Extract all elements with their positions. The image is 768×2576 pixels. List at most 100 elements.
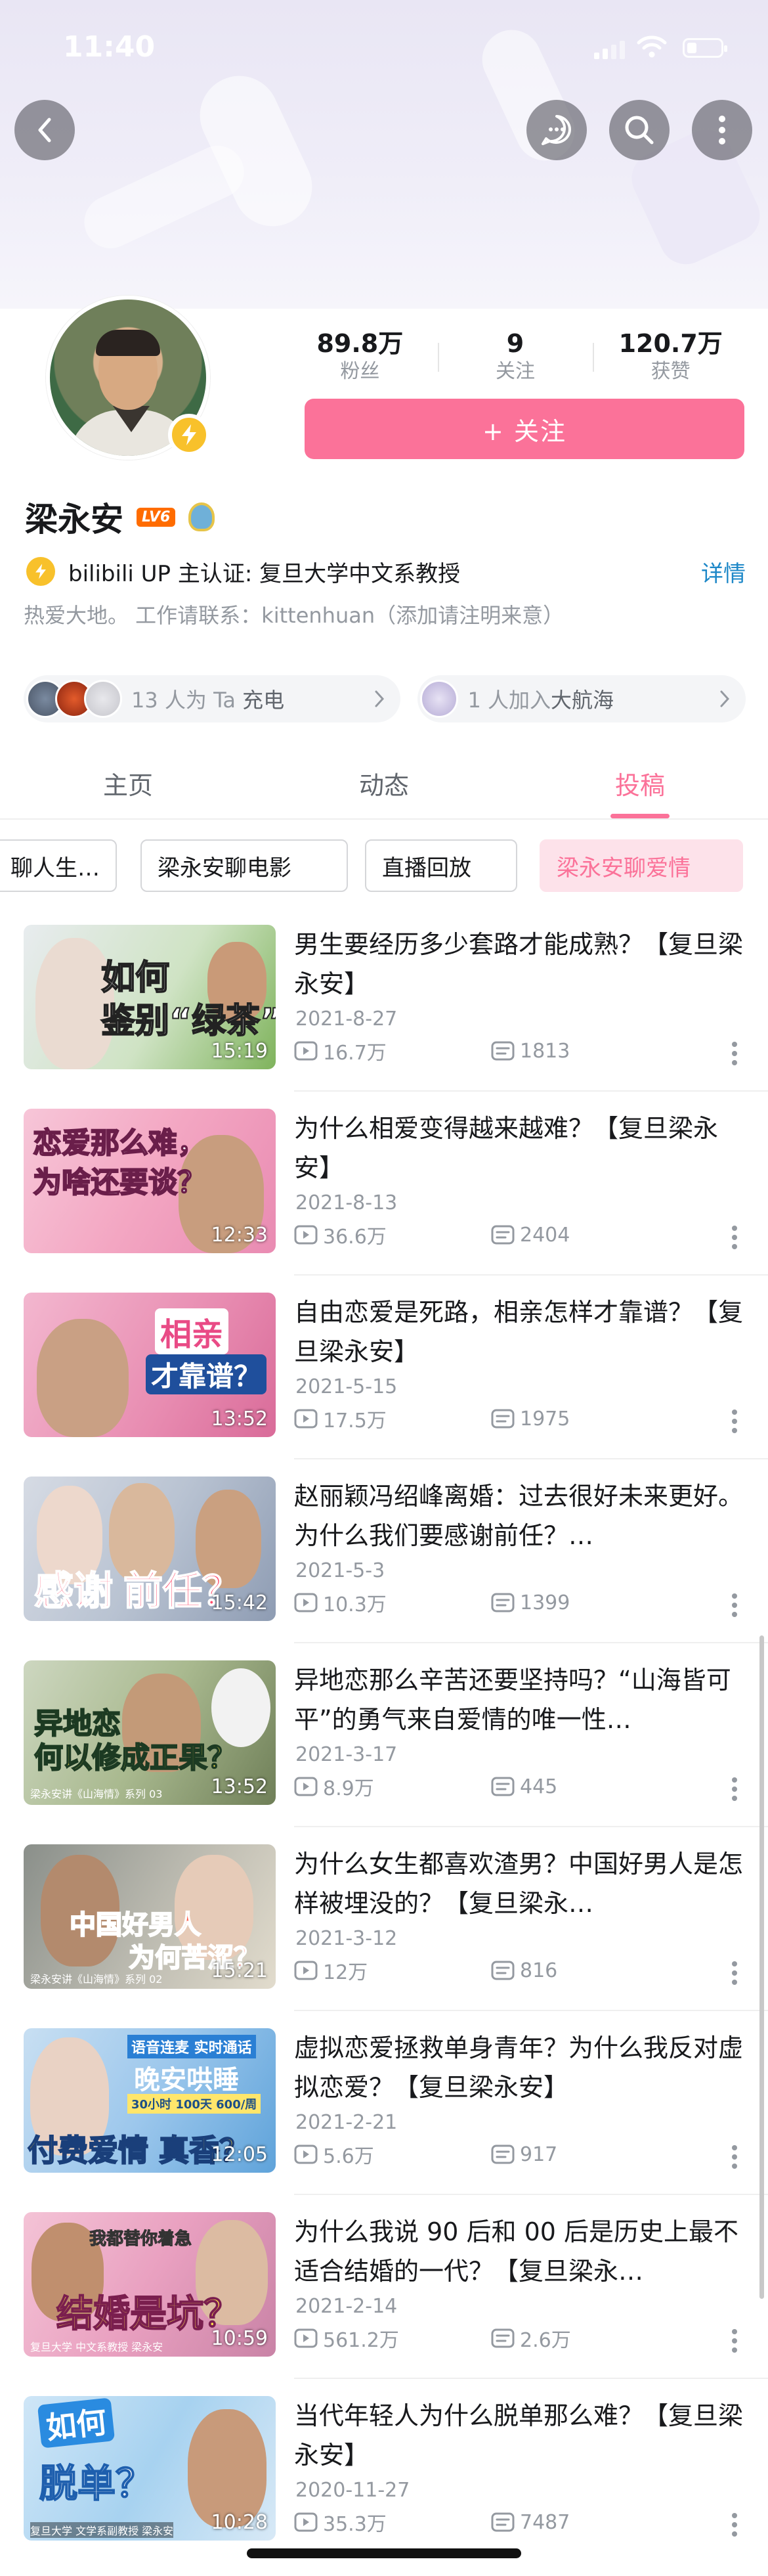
collection-chip[interactable]: 直播回放 — [365, 839, 517, 892]
video-thumbnail[interactable]: 如何 鉴别“绿茶” 15:19 — [24, 925, 276, 1069]
play-count-icon — [294, 1225, 318, 1245]
danmaku-count: 2.6万 — [520, 2329, 571, 2352]
tab-uploads[interactable]: 投稿 — [512, 754, 768, 818]
danmaku-count: 445 — [520, 1775, 558, 1798]
play-count-icon — [294, 2144, 318, 2164]
status-time: 11:40 — [63, 30, 156, 64]
home-indicator[interactable] — [247, 2548, 521, 2558]
play-count-icon — [294, 2512, 318, 2532]
stat-following[interactable]: 9 关注 — [437, 328, 593, 388]
video-title: 为什么女生都喜欢渣男？中国好男人是怎样被埋没的？【复旦梁永… — [294, 1850, 744, 1918]
play-count-icon — [294, 1961, 318, 1980]
play-count: 16.7万 — [323, 1042, 387, 1065]
tab-dynamics[interactable]: 动态 — [256, 754, 512, 818]
play-count: 35.3万 — [323, 2513, 387, 2536]
more-vertical-icon[interactable] — [730, 2144, 739, 2170]
video-duration: 10:59 — [211, 2327, 268, 2350]
back-button[interactable] — [14, 100, 75, 160]
collection-chip[interactable]: 聊人生… — [0, 839, 117, 892]
video-item[interactable]: 语音连麦 实时通话 晚安哄睡 30小时 100天 600/周 付费爱情 真香？ … — [0, 2010, 768, 2206]
video-title: 异地恋那么辛苦还要坚持吗？“山海皆可平”的勇气来自爱情的唯一性… — [294, 1666, 731, 1734]
video-item[interactable]: 中国好男人 为何苦涩？ 梁永安讲《山海情》系列 02 15:21 为什么女生都喜… — [0, 1826, 768, 2022]
status-bar: 11:40 — [0, 0, 768, 92]
search-button[interactable] — [609, 100, 670, 160]
medal-icon[interactable] — [188, 502, 215, 531]
more-vertical-icon[interactable] — [730, 2328, 739, 2354]
video-thumbnail[interactable]: 语音连麦 实时通话 晚安哄睡 30小时 100天 600/周 付费爱情 真香？ … — [24, 2028, 276, 2173]
more-vertical-icon[interactable] — [730, 1776, 739, 1802]
video-item[interactable]: 相亲 才靠谱？ 13:52 自由恋爱是死路，相亲怎样才靠谱？【复旦梁永安】 20… — [0, 1274, 768, 1470]
more-button[interactable] — [692, 100, 752, 160]
play-count: 36.6万 — [323, 1226, 387, 1249]
stat-fans[interactable]: 89.8万 粉丝 — [282, 328, 438, 388]
voyage-count: 1 人加入 — [467, 688, 551, 713]
more-vertical-icon[interactable] — [730, 2512, 739, 2538]
video-date: 2021-2-21 — [295, 2111, 398, 2134]
video-thumbnail[interactable]: 如何 脱单？ 复旦大学 文学系副教授 梁永安 10:28 — [24, 2396, 276, 2541]
danmaku-count: 1813 — [520, 1039, 570, 1063]
more-vertical-icon[interactable] — [730, 1040, 739, 1067]
video-duration: 10:28 — [211, 2511, 268, 2534]
more-vertical-icon[interactable] — [730, 1592, 739, 1618]
more-vertical-icon[interactable] — [730, 1960, 739, 1986]
stat-likes[interactable]: 120.7万 获赞 — [593, 328, 748, 388]
video-title: 赵丽颖冯绍峰离婚：过去很好未来更好。为什么我们要感谢前任？… — [294, 1482, 744, 1550]
danmaku-icon — [491, 2328, 515, 2348]
voyage-label: 大航海 — [551, 688, 614, 713]
more-vertical-icon — [719, 116, 725, 144]
play-count-icon — [294, 1593, 318, 1612]
charge-label: 充电 — [242, 688, 285, 713]
details-link[interactable]: 详情 — [701, 556, 746, 588]
video-date: 2021-3-12 — [295, 1927, 398, 1950]
video-duration: 15:21 — [211, 1959, 268, 1982]
level-badge: LV6 — [137, 507, 176, 527]
play-count: 17.5万 — [323, 1410, 387, 1432]
voyage-pill[interactable]: 1 人加入大航海 — [417, 675, 746, 722]
play-count: 10.3万 — [323, 1593, 387, 1616]
video-item[interactable]: 如何 脱单？ 复旦大学 文学系副教授 梁永安 10:28 当代年轻人为什么脱单那… — [0, 2378, 768, 2573]
video-thumbnail[interactable]: 中国好男人 为何苦涩？ 梁永安讲《山海情》系列 02 15:21 — [24, 1844, 276, 1989]
danmaku-icon — [491, 1777, 515, 1796]
video-item[interactable]: 感谢 前任？ 15:42 赵丽颖冯绍峰离婚：过去很好未来更好。为什么我们要感谢前… — [0, 1458, 768, 1654]
play-count-icon — [294, 2328, 318, 2348]
danmaku-icon — [491, 1961, 515, 1980]
danmaku-icon — [491, 1041, 515, 1061]
video-item[interactable]: 如何 鉴别“绿茶” 15:19 男生要经历多少套路才能成熟？【复旦梁永安】 20… — [0, 918, 768, 1102]
video-thumbnail[interactable]: 感谢 前任？ 15:42 — [24, 1477, 276, 1621]
chevron-right-icon — [720, 690, 730, 707]
wifi-icon — [637, 35, 667, 58]
banner-decoration — [75, 137, 253, 257]
play-count: 12万 — [323, 1961, 368, 1984]
video-title: 为什么我说 90 后和 00 后是历史上最不适合结婚的一代？【复旦梁永… — [294, 2217, 739, 2286]
more-vertical-icon[interactable] — [730, 1224, 739, 1251]
more-vertical-icon[interactable] — [730, 1408, 739, 1434]
follow-button[interactable]: + 关注 — [305, 399, 744, 459]
video-item[interactable]: 我都替你着急 结婚是坑？ 复旦大学 中文系教授 梁永安 10:59 为什么我说 … — [0, 2194, 768, 2389]
bio-text: 热爱大地。 工作请联系：kittenhuan（添加请注明来意） — [24, 603, 565, 628]
play-count: 8.9万 — [323, 1777, 374, 1800]
collection-chip-active[interactable]: 梁永安聊爱情 — [540, 839, 743, 892]
tab-home[interactable]: 主页 — [0, 754, 256, 818]
danmaku-count: 1399 — [520, 1591, 570, 1614]
video-thumbnail[interactable]: 异地恋 何以修成正果？ 梁永安讲《山海情》系列 03 13:52 — [24, 1660, 276, 1805]
search-icon — [625, 116, 654, 144]
certification-row: bilibili UP 主认证: 复旦大学中文系教授 详情 — [26, 553, 746, 590]
video-title: 当代年轻人为什么脱单那么难？【复旦梁永安】 — [294, 2401, 744, 2470]
video-item[interactable]: 恋爱那么难， 为啥还要谈？ 12:33 为什么相爱变得越来越难？【复旦梁永安】 … — [0, 1090, 768, 1286]
video-title: 自由恋爱是死路，相亲怎样才靠谱？【复旦梁永安】 — [294, 1298, 744, 1366]
play-count-icon — [294, 1409, 318, 1429]
collection-chip[interactable]: 梁永安聊电影 — [140, 839, 348, 892]
support-pills: 13 人为 Ta 充电 1 人加入大航海 — [24, 675, 746, 722]
video-title: 男生要经历多少套路才能成熟？【复旦梁永安】 — [294, 930, 744, 998]
video-duration: 12:05 — [211, 2143, 268, 2166]
message-button[interactable] — [526, 100, 587, 160]
video-item[interactable]: 异地恋 何以修成正果？ 梁永安讲《山海情》系列 03 13:52 异地恋那么辛苦… — [0, 1642, 768, 1838]
scrollbar[interactable] — [759, 1635, 764, 2299]
charge-pill[interactable]: 13 人为 Ta 充电 — [24, 675, 401, 722]
verified-lightning-icon — [168, 414, 210, 456]
danmaku-icon — [491, 2512, 515, 2532]
video-thumbnail[interactable]: 我都替你着急 结婚是坑？ 复旦大学 中文系教授 梁永安 10:59 — [24, 2212, 276, 2357]
video-thumbnail[interactable]: 恋爱那么难， 为啥还要谈？ 12:33 — [24, 1109, 276, 1253]
video-thumbnail[interactable]: 相亲 才靠谱？ 13:52 — [24, 1293, 276, 1437]
supporter-avatar — [84, 680, 122, 718]
